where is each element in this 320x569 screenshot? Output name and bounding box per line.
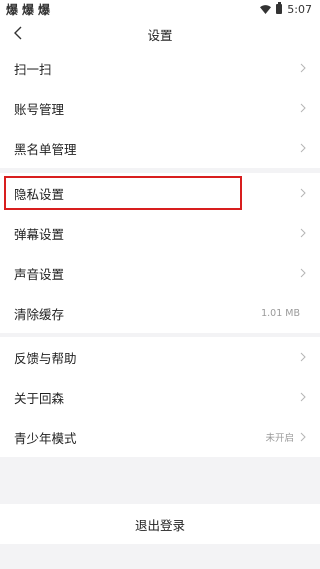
battery-icon xyxy=(276,2,283,14)
settings-group-account: 扫一扫 账号管理 黑名单管理 xyxy=(0,48,320,168)
setting-label: 清除缓存 xyxy=(14,306,65,322)
chevron-right-icon xyxy=(300,228,306,238)
status-app-icons: 爆 爆 爆 xyxy=(6,1,50,18)
setting-label: 青少年模式 xyxy=(14,430,77,446)
app-notification-icon: 爆 xyxy=(22,2,34,17)
setting-label: 弹幕设置 xyxy=(14,226,65,242)
app-notification-icon: 爆 xyxy=(38,2,50,17)
chevron-right-icon xyxy=(300,352,306,362)
setting-label: 反馈与帮助 xyxy=(14,350,77,366)
setting-row-about[interactable]: 关于回森 xyxy=(0,377,320,417)
setting-row-sound[interactable]: 声音设置 xyxy=(0,253,320,293)
settings-group-about: 反馈与帮助 关于回森 青少年模式 未开启 xyxy=(0,337,320,457)
chevron-right-icon xyxy=(300,103,306,113)
chevron-right-icon xyxy=(300,63,306,73)
setting-row-scan[interactable]: 扫一扫 xyxy=(0,48,320,88)
page-title: 设置 xyxy=(147,28,173,43)
setting-row-feedback[interactable]: 反馈与帮助 xyxy=(0,337,320,377)
setting-row-danmaku[interactable]: 弹幕设置 xyxy=(0,213,320,253)
settings-group-preferences: 隐私设置 弹幕设置 声音设置 清除缓存 1.01 MB xyxy=(0,173,320,333)
status-time: 5:07 xyxy=(287,2,312,16)
chevron-right-icon xyxy=(300,392,306,402)
cache-size-value: 1.01 MB xyxy=(261,307,300,319)
setting-label: 黑名单管理 xyxy=(14,141,77,157)
app-notification-icon: 爆 xyxy=(6,2,18,17)
status-bar: 爆 爆 爆 5:07 xyxy=(0,0,320,18)
setting-label: 扫一扫 xyxy=(14,61,52,77)
chevron-right-icon xyxy=(300,432,306,442)
chevron-right-icon xyxy=(300,268,306,278)
chevron-right-icon xyxy=(300,188,306,198)
setting-label: 声音设置 xyxy=(14,266,65,282)
setting-label: 关于回森 xyxy=(14,390,65,406)
logout-button[interactable]: 退出登录 xyxy=(0,504,320,544)
nav-bar: 设置 xyxy=(0,18,320,48)
teen-mode-status: 未开启 xyxy=(265,433,294,444)
setting-row-privacy[interactable]: 隐私设置 xyxy=(0,173,320,213)
setting-row-teen-mode[interactable]: 青少年模式 未开启 xyxy=(0,417,320,457)
wifi-icon xyxy=(260,4,272,14)
setting-label: 账号管理 xyxy=(14,101,65,117)
setting-row-account-management[interactable]: 账号管理 xyxy=(0,88,320,128)
setting-row-blacklist[interactable]: 黑名单管理 xyxy=(0,128,320,168)
setting-label: 隐私设置 xyxy=(14,186,65,202)
setting-row-clear-cache[interactable]: 清除缓存 1.01 MB xyxy=(0,293,320,333)
chevron-right-icon xyxy=(300,143,306,153)
